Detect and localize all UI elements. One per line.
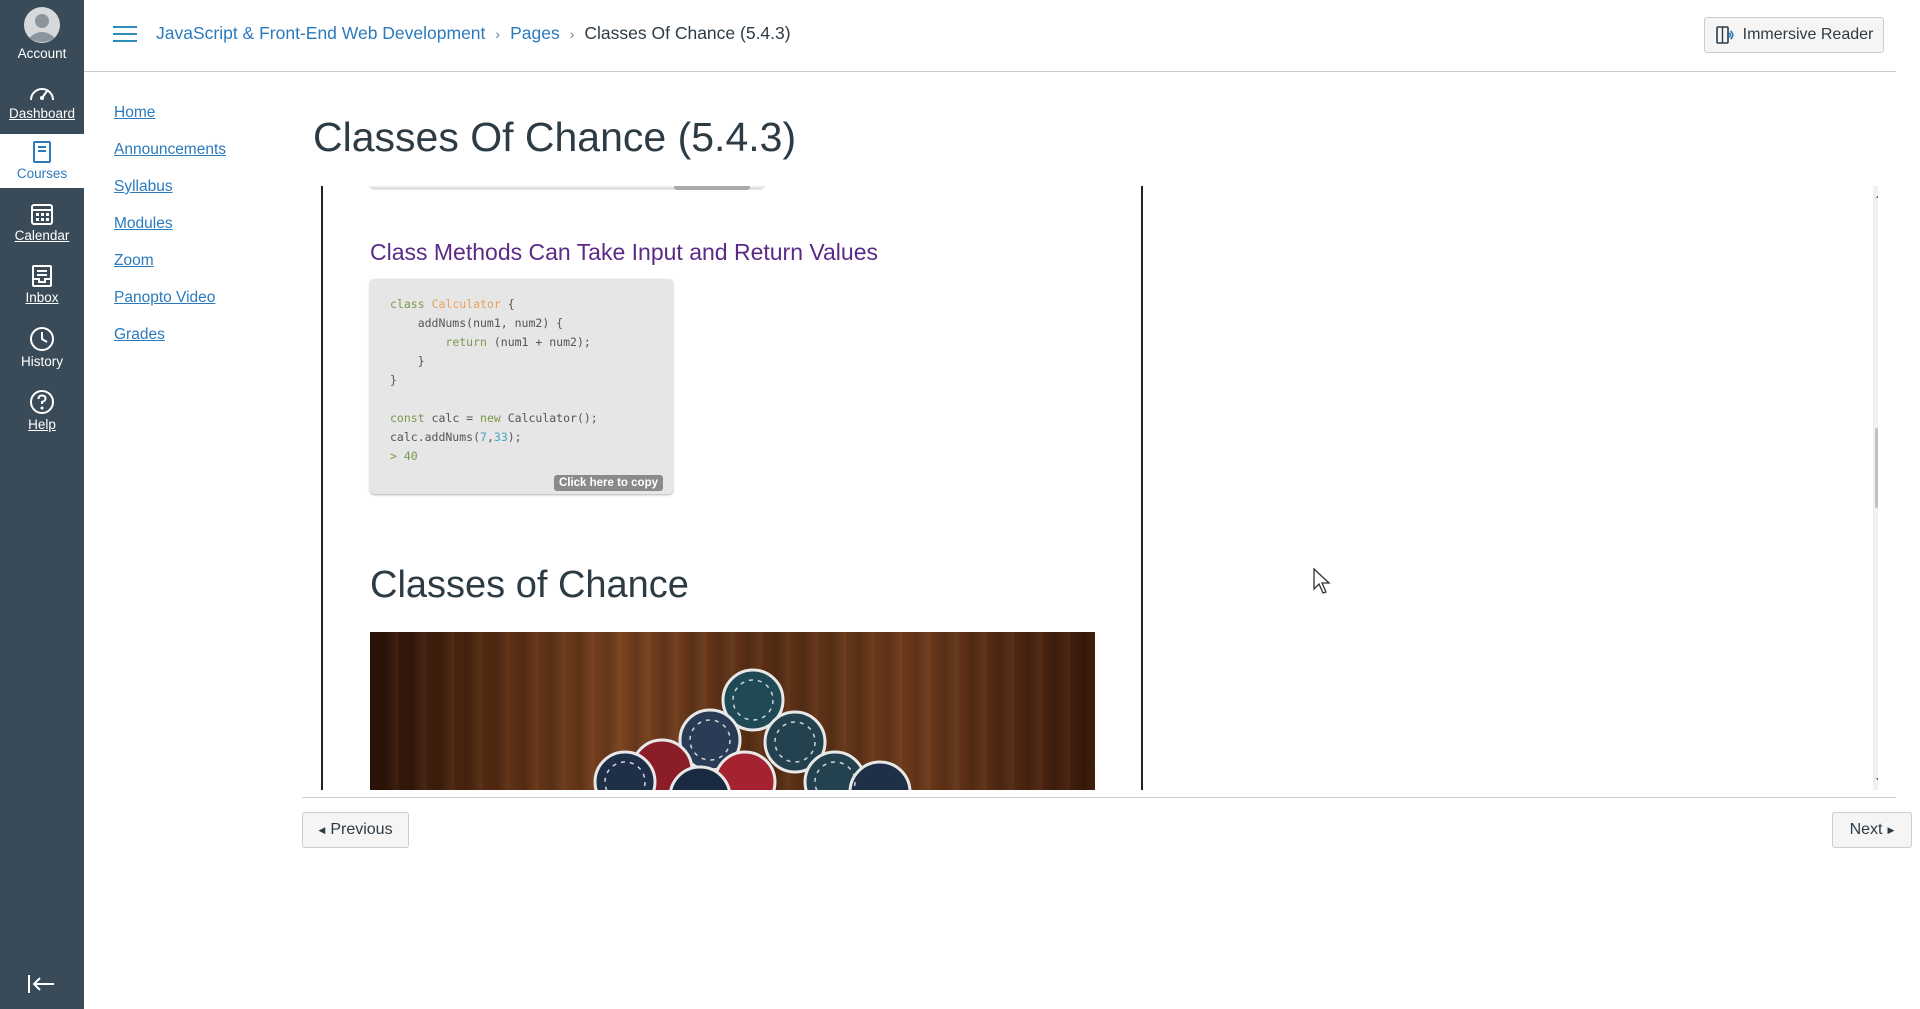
content-frame: Class Methods Can Take Input and Return … xyxy=(313,186,1878,790)
breadcrumb-pages-link[interactable]: Pages xyxy=(510,23,560,43)
previous-button[interactable]: ◀ Previous xyxy=(302,812,409,848)
global-nav-history[interactable]: History xyxy=(0,326,84,369)
course-nav-zoom[interactable]: Zoom xyxy=(114,248,226,285)
global-nav-history-label: History xyxy=(20,354,63,369)
global-nav-inbox-label: Inbox xyxy=(25,290,59,305)
global-nav-courses-label: Courses xyxy=(16,166,68,181)
global-nav-calendar[interactable]: Calendar xyxy=(0,202,84,243)
next-button[interactable]: Next ▶ xyxy=(1832,812,1912,848)
inbox-icon xyxy=(32,265,52,287)
clock-icon xyxy=(30,327,54,351)
caret-right-icon: ▶ xyxy=(1887,824,1895,835)
document-body: Class Methods Can Take Input and Return … xyxy=(321,186,1143,790)
immersive-reader-button[interactable]: Immersive Reader xyxy=(1704,17,1884,53)
breadcrumb-separator-icon: › xyxy=(569,26,575,42)
page-title: Classes Of Chance (5.4.3) xyxy=(313,114,797,160)
hamburger-menu-icon[interactable] xyxy=(113,26,137,44)
immersive-reader-icon xyxy=(1715,26,1734,44)
mouse-pointer-icon xyxy=(1313,567,1331,594)
breadcrumb-separator-icon: › xyxy=(495,26,501,42)
immersive-reader-label: Immersive Reader xyxy=(1742,26,1874,43)
account-avatar-icon xyxy=(24,7,60,43)
previous-label: Previous xyxy=(330,821,393,838)
course-nav-announcements[interactable]: Announcements xyxy=(114,137,226,174)
global-nav-help-label: Help xyxy=(28,417,56,432)
global-nav-help[interactable]: Help xyxy=(0,389,84,432)
global-nav: Account Dashboard Courses Calendar Inbox… xyxy=(0,0,84,1009)
global-nav-inbox[interactable]: Inbox xyxy=(0,264,84,305)
course-nav-syllabus[interactable]: Syllabus xyxy=(114,174,226,211)
footer-divider xyxy=(302,797,1896,798)
next-label: Next xyxy=(1849,821,1883,838)
copy-code-button[interactable]: Click here to copy xyxy=(553,475,663,491)
poker-chips-illustration xyxy=(593,668,912,790)
course-nav-home[interactable]: Home xyxy=(114,100,226,137)
copy-tab[interactable] xyxy=(674,186,750,190)
frame-scrollbar[interactable] xyxy=(1873,186,1878,790)
scroll-up-arrow-icon[interactable] xyxy=(1876,192,1878,198)
course-nav: Home Announcements Syllabus Modules Zoom… xyxy=(114,100,226,359)
global-nav-calendar-label: Calendar xyxy=(14,228,70,243)
caret-left-icon: ◀ xyxy=(318,824,326,835)
question-circle-icon xyxy=(30,390,54,414)
breadcrumb-current: Classes Of Chance (5.4.3) xyxy=(584,23,791,43)
top-bar: JavaScript & Front-End Web Development › P… xyxy=(84,0,1896,72)
collapse-arrow-icon[interactable] xyxy=(26,972,58,996)
previous-code-snippet xyxy=(370,186,764,190)
global-nav-account[interactable]: Account xyxy=(0,6,84,61)
section-heading: Class Methods Can Take Input and Return … xyxy=(370,239,878,265)
course-nav-grades[interactable]: Grades xyxy=(114,322,226,359)
speedometer-icon xyxy=(30,88,54,101)
course-nav-panopto-video[interactable]: Panopto Video xyxy=(114,285,226,322)
poker-chips-image xyxy=(370,632,1095,790)
book-icon xyxy=(33,141,51,163)
global-nav-courses[interactable]: Courses xyxy=(0,134,84,188)
scrollbar-thumb[interactable] xyxy=(1875,428,1878,508)
code-snippet: class Calculator { addNums(num1, num2) {… xyxy=(370,279,673,494)
global-nav-dashboard[interactable]: Dashboard xyxy=(0,82,84,121)
global-nav-account-label: Account xyxy=(17,46,67,61)
classes-of-chance-heading: Classes of Chance xyxy=(370,564,689,606)
calendar-icon xyxy=(31,204,53,225)
breadcrumb: JavaScript & Front-End Web Development › P… xyxy=(156,23,791,44)
scroll-down-arrow-icon[interactable] xyxy=(1876,778,1878,784)
global-nav-dashboard-label: Dashboard xyxy=(8,106,76,121)
code-text: class Calculator { addNums(num1, num2) {… xyxy=(390,297,598,463)
breadcrumb-course-link[interactable]: JavaScript & Front-End Web Development xyxy=(156,23,485,43)
course-nav-modules[interactable]: Modules xyxy=(114,211,226,248)
